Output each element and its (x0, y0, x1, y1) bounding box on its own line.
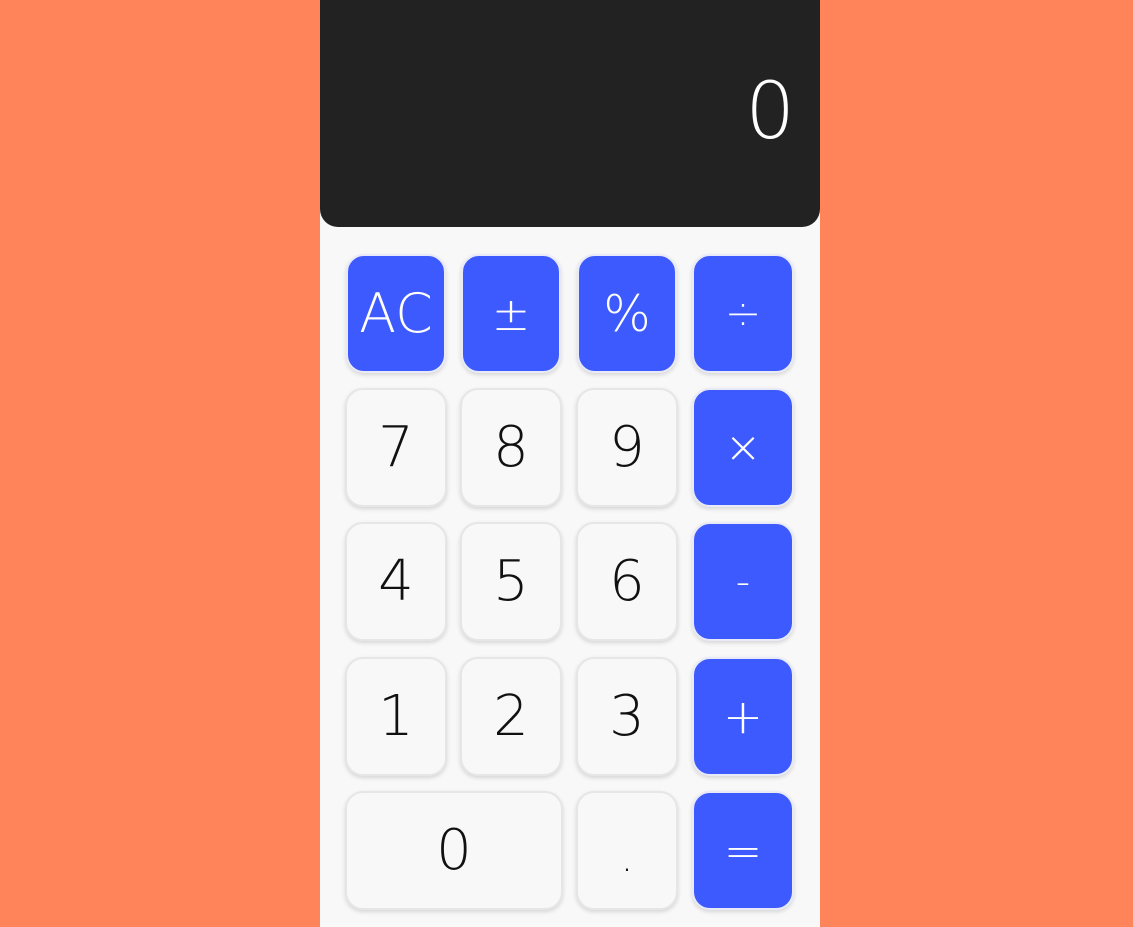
clear-button[interactable]: AC (346, 254, 446, 373)
digit-1-button[interactable]: 1 (345, 657, 447, 776)
equals-button[interactable]: = (692, 791, 794, 910)
digit-7-label: 7 (378, 414, 414, 480)
digit-8-label: 8 (493, 414, 529, 480)
decimal-label: . (620, 834, 634, 881)
divide-button[interactable]: ÷ (692, 254, 794, 373)
digit-9-button[interactable]: 9 (576, 388, 678, 507)
equals-label: = (723, 823, 763, 878)
percent-label: % (603, 284, 651, 343)
display-value: 0 (745, 67, 795, 157)
digit-6-button[interactable]: 6 (576, 522, 678, 641)
digit-0-button[interactable]: 0 (345, 791, 563, 910)
digit-2-label: 2 (493, 683, 529, 749)
digit-3-button[interactable]: 3 (576, 657, 678, 776)
subtract-label: - (735, 558, 751, 605)
display-panel: 0 (320, 0, 820, 227)
digit-1-label: 1 (378, 683, 414, 749)
toggle-sign-button[interactable]: ± (461, 254, 561, 373)
digit-4-label: 4 (378, 548, 414, 614)
digit-5-button[interactable]: 5 (460, 522, 562, 641)
clear-label: AC (359, 281, 433, 345)
multiply-button[interactable]: × (692, 388, 794, 507)
decimal-button[interactable]: . (576, 791, 678, 910)
divide-label: ÷ (724, 287, 762, 339)
digit-7-button[interactable]: 7 (345, 388, 447, 507)
digit-8-button[interactable]: 8 (460, 388, 562, 507)
calculator: 0 AC ± % ÷ 7 8 9 × 4 5 6 - 1 2 3 + 0 . = (320, 0, 820, 927)
percent-button[interactable]: % (577, 254, 677, 373)
digit-5-label: 5 (493, 548, 529, 614)
add-label: + (722, 688, 764, 745)
digit-2-button[interactable]: 2 (460, 657, 562, 776)
digit-3-label: 3 (609, 683, 645, 749)
digit-4-button[interactable]: 4 (345, 522, 447, 641)
digit-0-label: 0 (436, 817, 472, 883)
digit-9-label: 9 (609, 414, 645, 480)
add-button[interactable]: + (692, 657, 794, 776)
subtract-button[interactable]: - (692, 522, 794, 641)
digit-6-label: 6 (609, 548, 645, 614)
toggle-sign-label: ± (491, 286, 531, 341)
multiply-label: × (724, 421, 762, 473)
